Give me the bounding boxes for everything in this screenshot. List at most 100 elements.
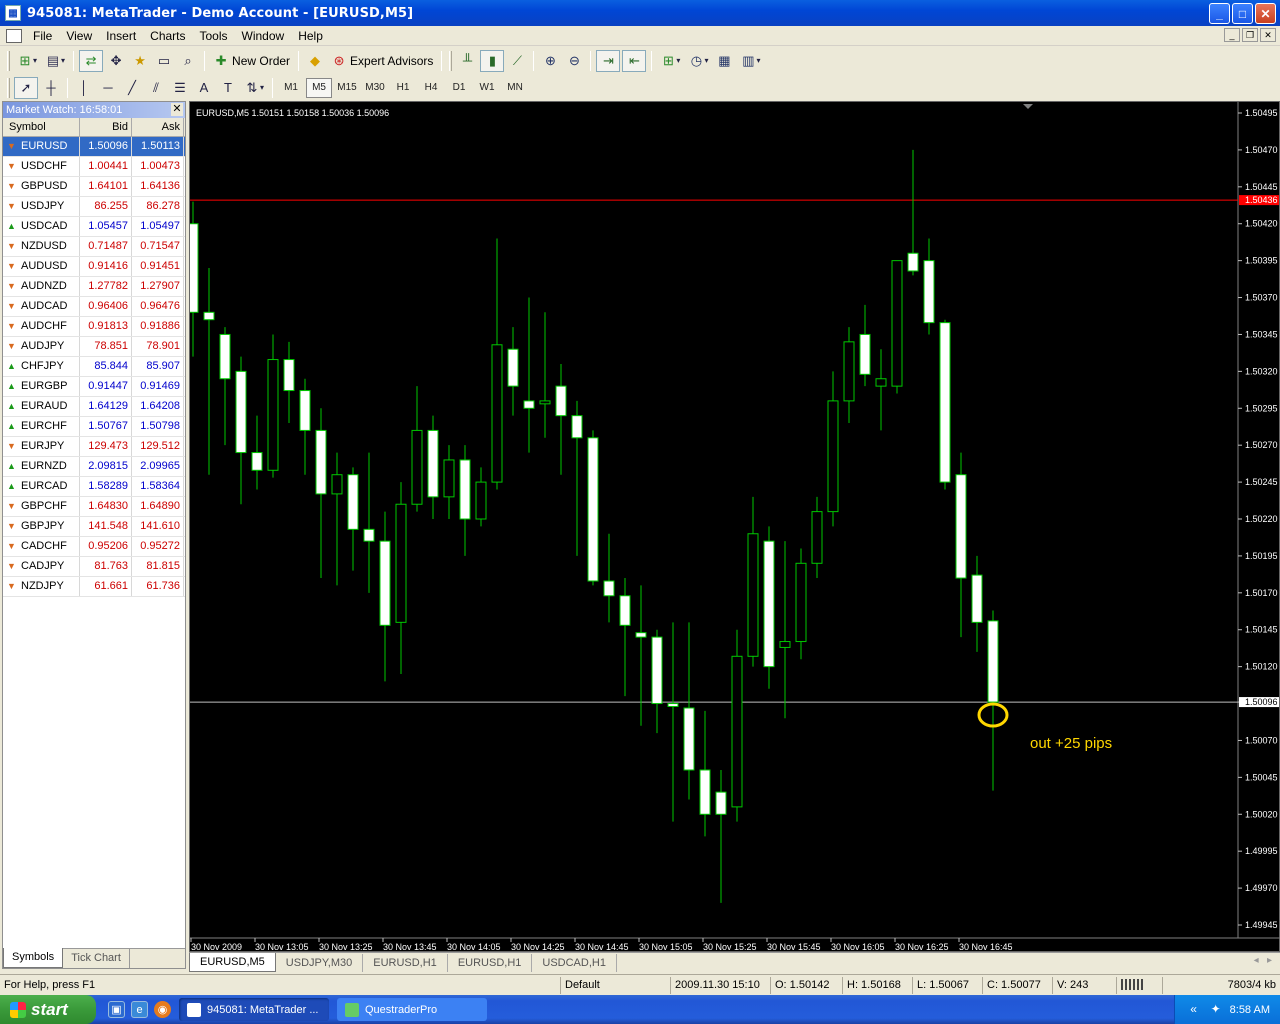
timeframe-mn[interactable]: MN	[502, 78, 528, 98]
chart-document-icon[interactable]	[6, 28, 22, 43]
candlestick-button[interactable]: ▮	[480, 49, 505, 72]
menu-tools[interactable]: Tools	[193, 29, 235, 43]
text-label-tool[interactable]: T	[217, 77, 239, 99]
navigator-toggle[interactable]: ★	[129, 50, 151, 72]
text-tool[interactable]: A	[193, 77, 215, 99]
menu-file[interactable]: File	[26, 29, 59, 43]
market-watch-row[interactable]: ▼ AUDNZD 1.27782 1.27907	[3, 277, 185, 297]
line-chart-button[interactable]: ⟋	[506, 50, 528, 72]
market-watch-row[interactable]: ▲ EURGBP 0.91447 0.91469	[3, 377, 185, 397]
tab-tick-chart[interactable]: Tick Chart	[63, 949, 130, 968]
minimize-button[interactable]: _	[1209, 3, 1230, 24]
market-watch-row[interactable]: ▼ NZDJPY 61.661 61.736	[3, 577, 185, 597]
metaeditor-button[interactable]: ◆	[304, 50, 326, 72]
start-button[interactable]: start	[0, 995, 96, 1024]
new-order-button[interactable]: ✚ New Order	[210, 50, 293, 72]
market-watch-row[interactable]: ▼ USDJPY 86.255 86.278	[3, 197, 185, 217]
profiles-button[interactable]: ▤ ▾	[42, 50, 68, 72]
market-watch-row[interactable]: ▼ GBPUSD 1.64101 1.64136	[3, 177, 185, 197]
zoom-in-button[interactable]: ⊕	[539, 50, 561, 72]
new-chart-button[interactable]: ⊞ ▾	[14, 50, 40, 72]
market-watch-row[interactable]: ▲ USDCAD 1.05457 1.05497	[3, 217, 185, 237]
metatrader-app-icon[interactable]: ▦	[5, 5, 21, 21]
tray-expand-icon[interactable]: «	[1186, 1002, 1202, 1018]
strategy-tester-toggle[interactable]: ⌕	[177, 50, 199, 72]
chart-properties-button[interactable]: ▥ ▾	[737, 50, 763, 72]
zoom-out-button[interactable]: ⊖	[563, 50, 585, 72]
indicators-button[interactable]: ⊞ ▾	[657, 50, 683, 72]
templates-button[interactable]: ▦	[713, 50, 735, 72]
market-watch-row[interactable]: ▼ NZDUSD 0.71487 0.71547	[3, 237, 185, 257]
cursor-tool[interactable]: ➚	[14, 76, 38, 99]
column-bid[interactable]: Bid	[80, 118, 132, 136]
close-button[interactable]: ✕	[1255, 3, 1276, 24]
timeframe-h4[interactable]: H4	[418, 78, 444, 98]
fibonacci-tool[interactable]: ☰	[169, 77, 191, 99]
tab-scroll-arrows[interactable]: ◂ ▸	[1254, 955, 1272, 966]
market-watch-row[interactable]: ▼ CADCHF 0.95206 0.95272	[3, 537, 185, 557]
bar-chart-button[interactable]: ╨	[456, 50, 478, 72]
timeframe-m15[interactable]: M15	[334, 78, 360, 98]
chart-tab[interactable]: EURUSD,H1	[363, 953, 448, 972]
market-watch-row[interactable]: ▼ CADJPY 81.763 81.815	[3, 557, 185, 577]
market-watch-row[interactable]: ▼ GBPJPY 141.548 141.610	[3, 517, 185, 537]
timeframe-d1[interactable]: D1	[446, 78, 472, 98]
timeframe-h1[interactable]: H1	[390, 78, 416, 98]
internet-explorer-icon[interactable]: e	[131, 1001, 148, 1018]
task-questraderpro[interactable]: QuestraderPro	[337, 998, 487, 1021]
auto-scroll-button[interactable]: ⇥	[596, 49, 621, 72]
arrows-tool[interactable]: ⇅ ▾	[241, 77, 267, 99]
menu-view[interactable]: View	[59, 29, 99, 43]
firefox-icon[interactable]: ◉	[154, 1001, 171, 1018]
expert-advisors-button[interactable]: ⊛ Expert Advisors	[328, 50, 436, 72]
menu-window[interactable]: Window	[235, 29, 292, 43]
menu-charts[interactable]: Charts	[143, 29, 192, 43]
market-watch-row[interactable]: ▼ AUDCAD 0.96406 0.96476	[3, 297, 185, 317]
chart-tab[interactable]: USDCAD,H1	[532, 953, 617, 972]
market-watch-row[interactable]: ▼ AUDJPY 78.851 78.901	[3, 337, 185, 357]
chart-tab[interactable]: USDJPY,M30	[276, 953, 364, 972]
market-watch-row[interactable]: ▲ EURNZD 2.09815 2.09965	[3, 457, 185, 477]
periods-button[interactable]: ◷ ▾	[685, 50, 711, 72]
chart-tab[interactable]: EURUSD,M5	[189, 952, 276, 972]
horizontal-line-tool[interactable]: ─	[97, 77, 119, 99]
toolbar-grip[interactable]	[7, 77, 10, 98]
toolbar-grip[interactable]	[449, 50, 453, 71]
maximize-button[interactable]: □	[1232, 3, 1253, 24]
column-symbol[interactable]: Symbol	[3, 118, 80, 136]
market-watch-row[interactable]: ▲ EURCHF 1.50767 1.50798	[3, 417, 185, 437]
tab-symbols[interactable]: Symbols	[3, 948, 64, 968]
menu-insert[interactable]: Insert	[99, 29, 143, 43]
market-watch-row[interactable]: ▲ EURAUD 1.64129 1.64208	[3, 397, 185, 417]
timeframe-m5[interactable]: M5	[306, 77, 333, 98]
market-watch-close-icon[interactable]: ✕	[171, 103, 183, 116]
chart-shift-marker-icon[interactable]	[1023, 104, 1033, 109]
timeframe-w1[interactable]: W1	[474, 78, 500, 98]
market-watch-row[interactable]: ▼ GBPCHF 1.64830 1.64890	[3, 497, 185, 517]
mdi-restore-button[interactable]: ❐	[1242, 28, 1258, 42]
market-watch-row[interactable]: ▼ AUDUSD 0.91416 0.91451	[3, 257, 185, 277]
show-desktop-icon[interactable]: ▣	[108, 1001, 125, 1018]
mdi-close-button[interactable]: ✕	[1260, 28, 1276, 42]
equidistant-channel-tool[interactable]: ⫽	[145, 77, 167, 99]
market-watch-row[interactable]: ▼ EURJPY 129.473 129.512	[3, 437, 185, 457]
mdi-minimize-button[interactable]: _	[1224, 28, 1240, 42]
toolbar-grip[interactable]	[7, 50, 10, 71]
trendline-tool[interactable]: ╱	[121, 77, 143, 99]
crosshair-tool[interactable]: ┼	[40, 77, 62, 99]
market-watch-row[interactable]: ▼ USDCHF 1.00441 1.00473	[3, 157, 185, 177]
timeframe-m30[interactable]: M30	[362, 78, 388, 98]
market-watch-row[interactable]: ▼ EURUSD 1.50096 1.50113	[3, 137, 185, 157]
data-window-toggle[interactable]: ✥	[105, 50, 127, 72]
chart-tab[interactable]: EURUSD,H1	[448, 953, 533, 972]
market-watch-row[interactable]: ▲ CHFJPY 85.844 85.907	[3, 357, 185, 377]
market-watch-row[interactable]: ▼ AUDCHF 0.91813 0.91886	[3, 317, 185, 337]
chart-window[interactable]: 1.50495 1.50470 1.50445 1.50420 1.50395 1.503…	[189, 101, 1280, 952]
chart-shift-button[interactable]: ⇤	[622, 49, 647, 72]
price-chart[interactable]: 1.50495 1.50470 1.50445 1.50420 1.50395 1.503…	[190, 102, 1280, 953]
timeframe-m1[interactable]: M1	[278, 78, 304, 98]
vertical-line-tool[interactable]: │	[73, 77, 95, 99]
terminal-toggle[interactable]: ▭	[153, 50, 175, 72]
network-icon[interactable]: ✦	[1208, 1002, 1224, 1018]
task-metatrader[interactable]: 945081: MetaTrader ...	[179, 998, 329, 1021]
